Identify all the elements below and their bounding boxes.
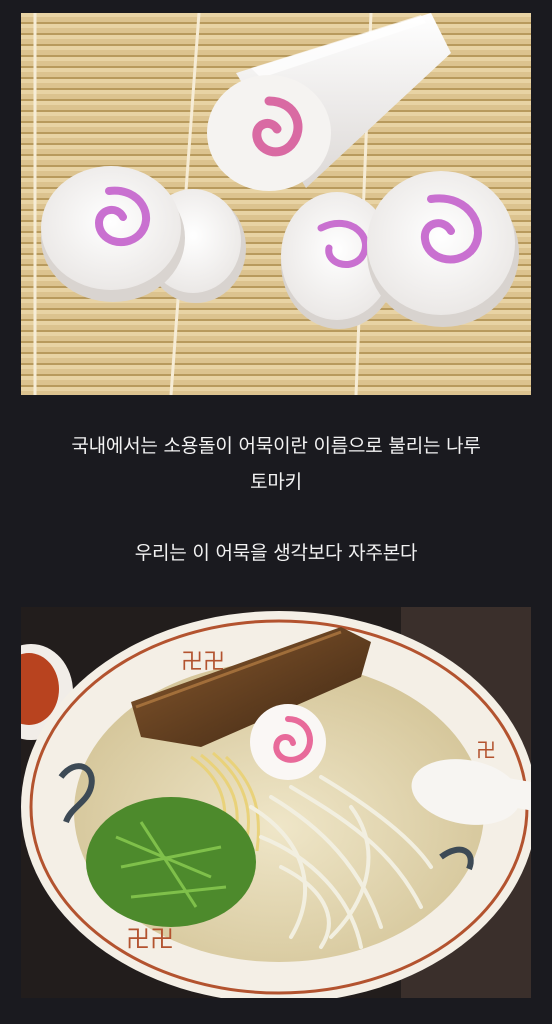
ramen-illustration: 卍卍 卍卍 卍: [21, 607, 531, 998]
svg-text:卍: 卍: [476, 738, 496, 762]
narutomaki-slice: [250, 704, 326, 780]
narutomaki-photo: [21, 13, 531, 395]
caption-paragraph: 국내에서는 소용돌이 어묵이란 이름으로 불리는 나루 토마키: [0, 428, 552, 500]
caption-line: 우리는 이 어묵을 생각보다 자주본다: [134, 542, 418, 564]
caption-line: 국내에서는 소용돌이 어묵이란 이름으로 불리는 나루: [71, 435, 481, 457]
caption-line: 토마키: [250, 471, 302, 493]
ramen-photo: 卍卍 卍卍 卍: [21, 607, 531, 998]
narutomaki-illustration: [21, 13, 531, 395]
green-onions: [86, 797, 256, 927]
svg-text:卍卍: 卍卍: [126, 925, 174, 953]
caption-paragraph: 우리는 이 어묵을 생각보다 자주본다: [0, 535, 552, 571]
